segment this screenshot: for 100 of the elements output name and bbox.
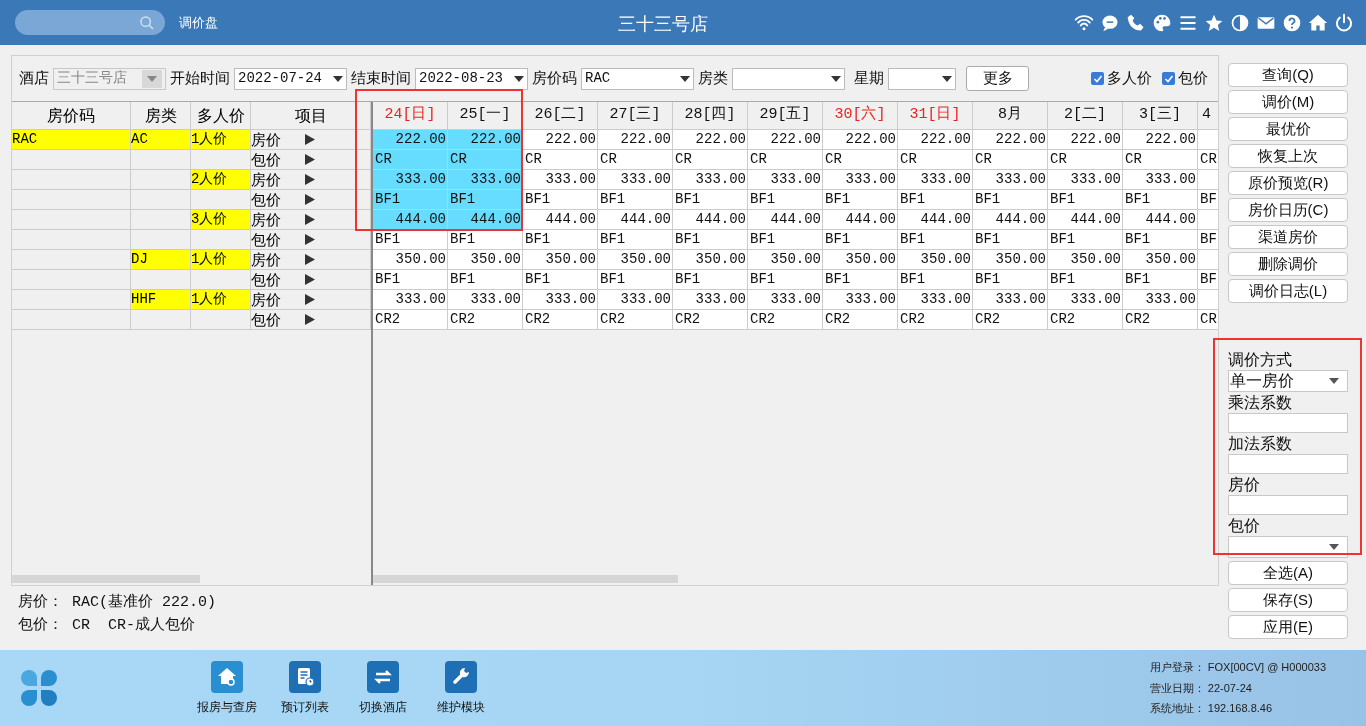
contrast-icon[interactable] — [1230, 12, 1250, 33]
table-cell[interactable]: CR — [898, 150, 973, 169]
home-icon[interactable] — [1308, 12, 1328, 33]
table-cell[interactable]: BF1 — [973, 270, 1048, 289]
taskbar-label[interactable]: 预订列表 — [281, 697, 329, 716]
adjust-dropdown[interactable] — [1228, 536, 1348, 558]
date-header[interactable]: 8月 — [973, 102, 1048, 129]
table-cell[interactable]: BF1 — [1123, 270, 1198, 289]
date-header[interactable]: 29[五] — [748, 102, 823, 129]
date-header[interactable]: 4 — [1198, 102, 1217, 129]
table-cell[interactable]: CR2 — [823, 310, 898, 329]
expand-arrow-icon[interactable] — [305, 314, 315, 325]
table-cell[interactable]: BF1 — [823, 190, 898, 209]
more-button[interactable]: 更多 — [966, 66, 1029, 91]
action-button[interactable]: 最优价 — [1228, 117, 1348, 141]
table-cell[interactable]: CR — [673, 150, 748, 169]
dropdown-arrow-icon[interactable] — [831, 75, 841, 82]
table-cell[interactable]: BF1 — [448, 190, 523, 209]
palette-icon[interactable] — [1152, 12, 1172, 33]
table-cell[interactable]: CR — [823, 150, 898, 169]
action-button[interactable]: 删除调价 — [1228, 252, 1348, 276]
dropdown-arrow-icon[interactable] — [680, 75, 690, 82]
date-header[interactable]: 27[三] — [598, 102, 673, 129]
table-cell[interactable]: CR — [448, 150, 523, 169]
table-cell[interactable]: CR — [598, 150, 673, 169]
date-header[interactable]: 30[六] — [823, 102, 898, 129]
table-cell[interactable]: BF1 — [673, 270, 748, 289]
document-clock-icon[interactable] — [289, 660, 321, 693]
action-button[interactable]: 恢复上次 — [1228, 144, 1348, 168]
table-cell[interactable]: CR2 — [748, 310, 823, 329]
table-cell[interactable]: BF1 — [673, 230, 748, 249]
date-header[interactable]: 31[日] — [898, 102, 973, 129]
power-icon[interactable] — [1334, 12, 1354, 33]
table-cell[interactable]: BF1 — [898, 190, 973, 209]
table-cell[interactable]: BF1 — [523, 190, 598, 209]
table-cell[interactable]: CR — [373, 150, 448, 169]
help-icon[interactable] — [1282, 12, 1302, 33]
table-cell[interactable]: CR2 — [973, 310, 1048, 329]
expand-arrow-icon[interactable] — [305, 294, 315, 305]
checkbox[interactable] — [1091, 72, 1104, 85]
taskbar-label[interactable]: 切换酒店 — [359, 697, 407, 716]
column-header[interactable]: 项目 — [251, 102, 371, 129]
input-field[interactable] — [1228, 454, 1348, 474]
dropdown-arrow-icon[interactable] — [514, 75, 524, 82]
table-cell[interactable]: BF1 — [1123, 190, 1198, 209]
action-button[interactable]: 全选(A) — [1228, 561, 1348, 585]
taskbar-label[interactable]: 报房与查房 — [197, 697, 257, 716]
table-cell[interactable]: CR2 — [598, 310, 673, 329]
table-cell[interactable]: BF1 — [1048, 230, 1123, 249]
rate-code-dropdown[interactable]: RAC — [581, 67, 694, 90]
table-cell[interactable]: 222.00 — [373, 130, 448, 149]
adjust-dropdown[interactable]: 单一房价 — [1228, 370, 1348, 392]
action-button[interactable]: 应用(E) — [1228, 615, 1348, 639]
table-cell[interactable]: BF1 — [598, 270, 673, 289]
table-cell[interactable]: CR2 — [523, 310, 598, 329]
scrollbar[interactable] — [373, 575, 678, 583]
table-cell[interactable]: BF1 — [898, 230, 973, 249]
expand-arrow-icon[interactable] — [305, 134, 315, 145]
input-field[interactable] — [1228, 413, 1348, 433]
table-cell[interactable]: 333.00 — [373, 170, 448, 189]
table-cell[interactable]: CR2 — [898, 310, 973, 329]
checkbox-label[interactable]: 包价 — [1178, 67, 1208, 90]
action-button[interactable]: 查询(Q) — [1228, 63, 1348, 87]
table-cell[interactable]: BF1 — [523, 270, 598, 289]
table-cell[interactable]: 222.00 — [448, 130, 523, 149]
date-header[interactable]: 2[二] — [1048, 102, 1123, 129]
table-cell[interactable]: BF1 — [448, 270, 523, 289]
table-cell[interactable]: BF1 — [598, 190, 673, 209]
table-cell[interactable]: 333.00 — [448, 170, 523, 189]
table-cell[interactable]: CR2 — [1048, 310, 1123, 329]
expand-arrow-icon[interactable] — [305, 174, 315, 185]
expand-arrow-icon[interactable] — [305, 214, 315, 225]
wifi-icon[interactable] — [1074, 12, 1094, 33]
table-cell[interactable]: CR2 — [1123, 310, 1198, 329]
table-cell[interactable]: 444.00 — [373, 210, 448, 229]
table-cell[interactable]: BF1 — [373, 190, 448, 209]
action-button[interactable]: 渠道房价 — [1228, 225, 1348, 249]
action-button[interactable]: 调价日志(L) — [1228, 279, 1348, 303]
expand-arrow-icon[interactable] — [305, 194, 315, 205]
date-header[interactable]: 25[一] — [448, 102, 523, 129]
taskbar-label[interactable]: 维护模块 — [437, 697, 485, 716]
checkbox-label[interactable]: 多人价 — [1107, 67, 1152, 90]
phone-icon[interactable] — [1126, 12, 1146, 33]
expand-arrow-icon[interactable] — [305, 274, 315, 285]
table-cell[interactable]: BF1 — [1123, 230, 1198, 249]
dropdown-arrow-icon[interactable] — [333, 75, 343, 82]
table-cell[interactable]: BF1 — [823, 230, 898, 249]
scrollbar[interactable] — [12, 575, 200, 583]
input-field[interactable] — [1228, 495, 1348, 515]
action-button[interactable]: 保存(S) — [1228, 588, 1348, 612]
table-cell[interactable]: CR — [748, 150, 823, 169]
table-cell[interactable]: BF1 — [1048, 270, 1123, 289]
table-cell[interactable]: CR2 — [448, 310, 523, 329]
dropdown-arrow-icon[interactable] — [1329, 544, 1339, 550]
table-cell[interactable]: BF1 — [748, 190, 823, 209]
table-cell[interactable]: CR — [1048, 150, 1123, 169]
end-date-field[interactable]: 2022-08-23 — [415, 67, 528, 90]
expand-arrow-icon[interactable] — [305, 234, 315, 245]
wrench-icon[interactable] — [445, 660, 477, 693]
expand-arrow-icon[interactable] — [305, 154, 315, 165]
